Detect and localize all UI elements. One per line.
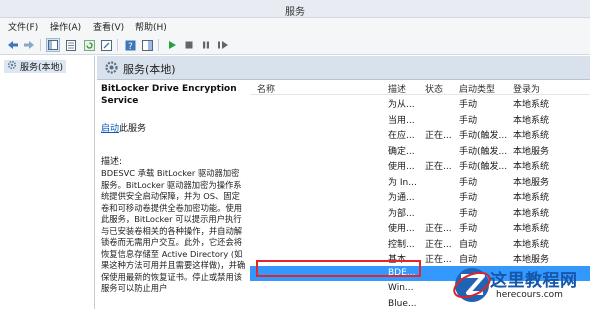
column-header-description[interactable]: 描述 bbox=[388, 82, 406, 95]
table-row[interactable]: AppX Deployment Servic...为部...手动本地系统 bbox=[250, 204, 590, 220]
service-startup-type-cell: 手动 bbox=[459, 115, 478, 126]
service-description-cell: 使用... bbox=[388, 224, 415, 234]
pause-service-icon[interactable] bbox=[199, 38, 213, 52]
toolbar-separator bbox=[117, 39, 118, 51]
service-startup-type-cell: 自动 bbox=[459, 239, 478, 250]
content-header: 服务(本地) bbox=[97, 56, 590, 80]
properties-sheet-icon[interactable] bbox=[64, 38, 78, 52]
column-header-log-on-as[interactable]: 登录为 bbox=[513, 82, 540, 95]
watermark-logo: 这里教程网 herecours.com bbox=[452, 260, 590, 309]
tree-item-label: 服务(本地) bbox=[20, 63, 64, 73]
services-gear-icon bbox=[104, 60, 119, 78]
table-row[interactable]: Application Management为通...手动本地系统 bbox=[250, 188, 590, 204]
back-arrow-icon[interactable] bbox=[6, 38, 20, 52]
service-status-cell: 正在... bbox=[425, 224, 452, 234]
menu-file[interactable]: 文件(F) bbox=[8, 20, 38, 33]
service-description-cell: 为通... bbox=[388, 193, 415, 203]
restart-service-icon[interactable] bbox=[216, 38, 230, 52]
content-header-title: 服务(本地) bbox=[123, 63, 176, 76]
service-log-on-as-cell: 本地系统 bbox=[513, 239, 550, 250]
service-log-on-as-cell: 本地系统 bbox=[513, 193, 550, 203]
table-row[interactable]: Application Information使用...正在...手动(触发..… bbox=[250, 157, 590, 173]
service-startup-type-cell: 手动 bbox=[459, 177, 478, 188]
table-row[interactable]: Background Intelligent T...使用...正在...手动本… bbox=[250, 219, 590, 235]
service-description-cell: 确定... bbox=[388, 146, 415, 157]
service-description-cell: 在应... bbox=[388, 131, 415, 141]
stop-service-icon[interactable] bbox=[182, 38, 196, 52]
service-description-cell: 当用... bbox=[388, 115, 415, 126]
menu-action[interactable]: 操作(A) bbox=[50, 20, 81, 33]
table-row[interactable]: Application Identity确定...手动(触发...本地服务 bbox=[250, 142, 590, 158]
table-row[interactable]: Background Tasks Infras...控制...正在...自动本地… bbox=[250, 235, 590, 251]
watermark-emblem-icon bbox=[453, 268, 491, 302]
console-tree: 服务(本地) bbox=[0, 56, 95, 309]
service-description-cell: Blue... bbox=[388, 298, 417, 309]
service-description-cell: BDE... bbox=[388, 267, 416, 278]
service-description-cell: 使用... bbox=[388, 162, 415, 172]
column-header-row: 名称 描述 状态 启动类型 登录为 bbox=[250, 80, 590, 95]
watermark-url: herecours.com bbox=[496, 290, 563, 300]
service-status-cell: 正在... bbox=[425, 162, 452, 172]
menu-help[interactable]: 帮助(H) bbox=[135, 20, 167, 33]
service-description: BDESVC 承载 BitLocker 驱动器加密服务。BitLocker 驱动… bbox=[101, 168, 246, 293]
svg-text:?: ? bbox=[128, 42, 133, 51]
service-startup-type-cell: 手动 bbox=[459, 208, 478, 219]
services-gear-icon bbox=[7, 60, 17, 73]
service-description-cell: Win... bbox=[388, 283, 414, 293]
service-description-cell: 控制... bbox=[388, 239, 415, 250]
column-header-name[interactable]: 名称 bbox=[257, 82, 275, 95]
start-service-suffix: 此服务 bbox=[119, 124, 147, 134]
start-service-line: 启动此服务 bbox=[101, 121, 246, 134]
service-startup-type-cell: 手动(触发... bbox=[459, 146, 508, 157]
service-startup-type-cell: 手动(触发... bbox=[459, 162, 508, 172]
window-title: 服务 bbox=[285, 7, 305, 18]
service-log-on-as-cell: 本地服务 bbox=[513, 177, 550, 188]
service-log-on-as-cell: 本地服务 bbox=[513, 146, 550, 157]
service-description-cell: 基本... bbox=[388, 255, 415, 265]
toolbar-separator bbox=[158, 39, 159, 51]
help-icon[interactable]: ? bbox=[123, 38, 137, 52]
service-detail-pane: BitLocker Drive Encryption Service 启动此服务… bbox=[97, 80, 250, 309]
service-description-cell: 为从... bbox=[388, 100, 415, 110]
service-log-on-as-cell: 本地系统 bbox=[513, 224, 550, 234]
column-header-startup-type[interactable]: 启动类型 bbox=[459, 82, 495, 95]
toolbar-separator bbox=[40, 39, 41, 51]
menu-bar: 文件(F) 操作(A) 查看(V) 帮助(H) bbox=[0, 18, 590, 35]
table-row[interactable]: Application Experience在应...正在...手动(触发...… bbox=[250, 126, 590, 142]
service-status-cell: 正在... bbox=[425, 131, 452, 141]
service-log-on-as-cell: 本地系统 bbox=[513, 162, 550, 172]
service-log-on-as-cell: 本地系统 bbox=[513, 208, 550, 219]
description-label: 描述: bbox=[101, 157, 123, 167]
service-log-on-as-cell: 本地系统 bbox=[513, 131, 550, 141]
forward-arrow-icon[interactable] bbox=[22, 38, 36, 52]
start-service-icon[interactable] bbox=[165, 38, 179, 52]
table-row[interactable]: App Readiness当用...手动本地系统 bbox=[250, 111, 590, 127]
service-log-on-as-cell: 本地系统 bbox=[513, 115, 550, 126]
console-tree-icon[interactable] bbox=[46, 38, 60, 52]
export-list-icon[interactable] bbox=[99, 38, 113, 52]
menu-view[interactable]: 查看(V) bbox=[93, 20, 124, 33]
service-startup-type-cell: 手动(触发... bbox=[459, 131, 508, 141]
service-description-cell: 为部... bbox=[388, 208, 415, 219]
service-status-cell: 正在... bbox=[425, 239, 452, 250]
table-row[interactable]: ActiveX Installer (AxInstSV)为从...手动本地系统 bbox=[250, 95, 590, 111]
title-bar: 服务 bbox=[0, 0, 590, 18]
toolbar: ? bbox=[0, 35, 590, 55]
service-startup-type-cell: 手动 bbox=[459, 224, 478, 234]
service-startup-type-cell: 手动 bbox=[459, 100, 478, 110]
show-hide-pane-icon[interactable] bbox=[140, 38, 154, 52]
tree-item-services-local[interactable]: 服务(本地) bbox=[4, 60, 67, 73]
service-description-cell: 为 In... bbox=[388, 177, 417, 188]
column-header-status[interactable]: 状态 bbox=[425, 82, 443, 95]
watermark-brand: 这里教程网 bbox=[490, 271, 578, 291]
service-log-on-as-cell: 本地系统 bbox=[513, 100, 550, 110]
start-service-link[interactable]: 启动 bbox=[101, 124, 119, 134]
service-startup-type-cell: 手动 bbox=[459, 193, 478, 203]
service-status-cell: 正在... bbox=[425, 255, 452, 265]
table-row[interactable]: Application Layer Gatewa...为 In...手动本地服务 bbox=[250, 173, 590, 189]
refresh-icon[interactable] bbox=[82, 38, 96, 52]
selected-service-name: BitLocker Drive Encryption Service bbox=[101, 84, 237, 106]
